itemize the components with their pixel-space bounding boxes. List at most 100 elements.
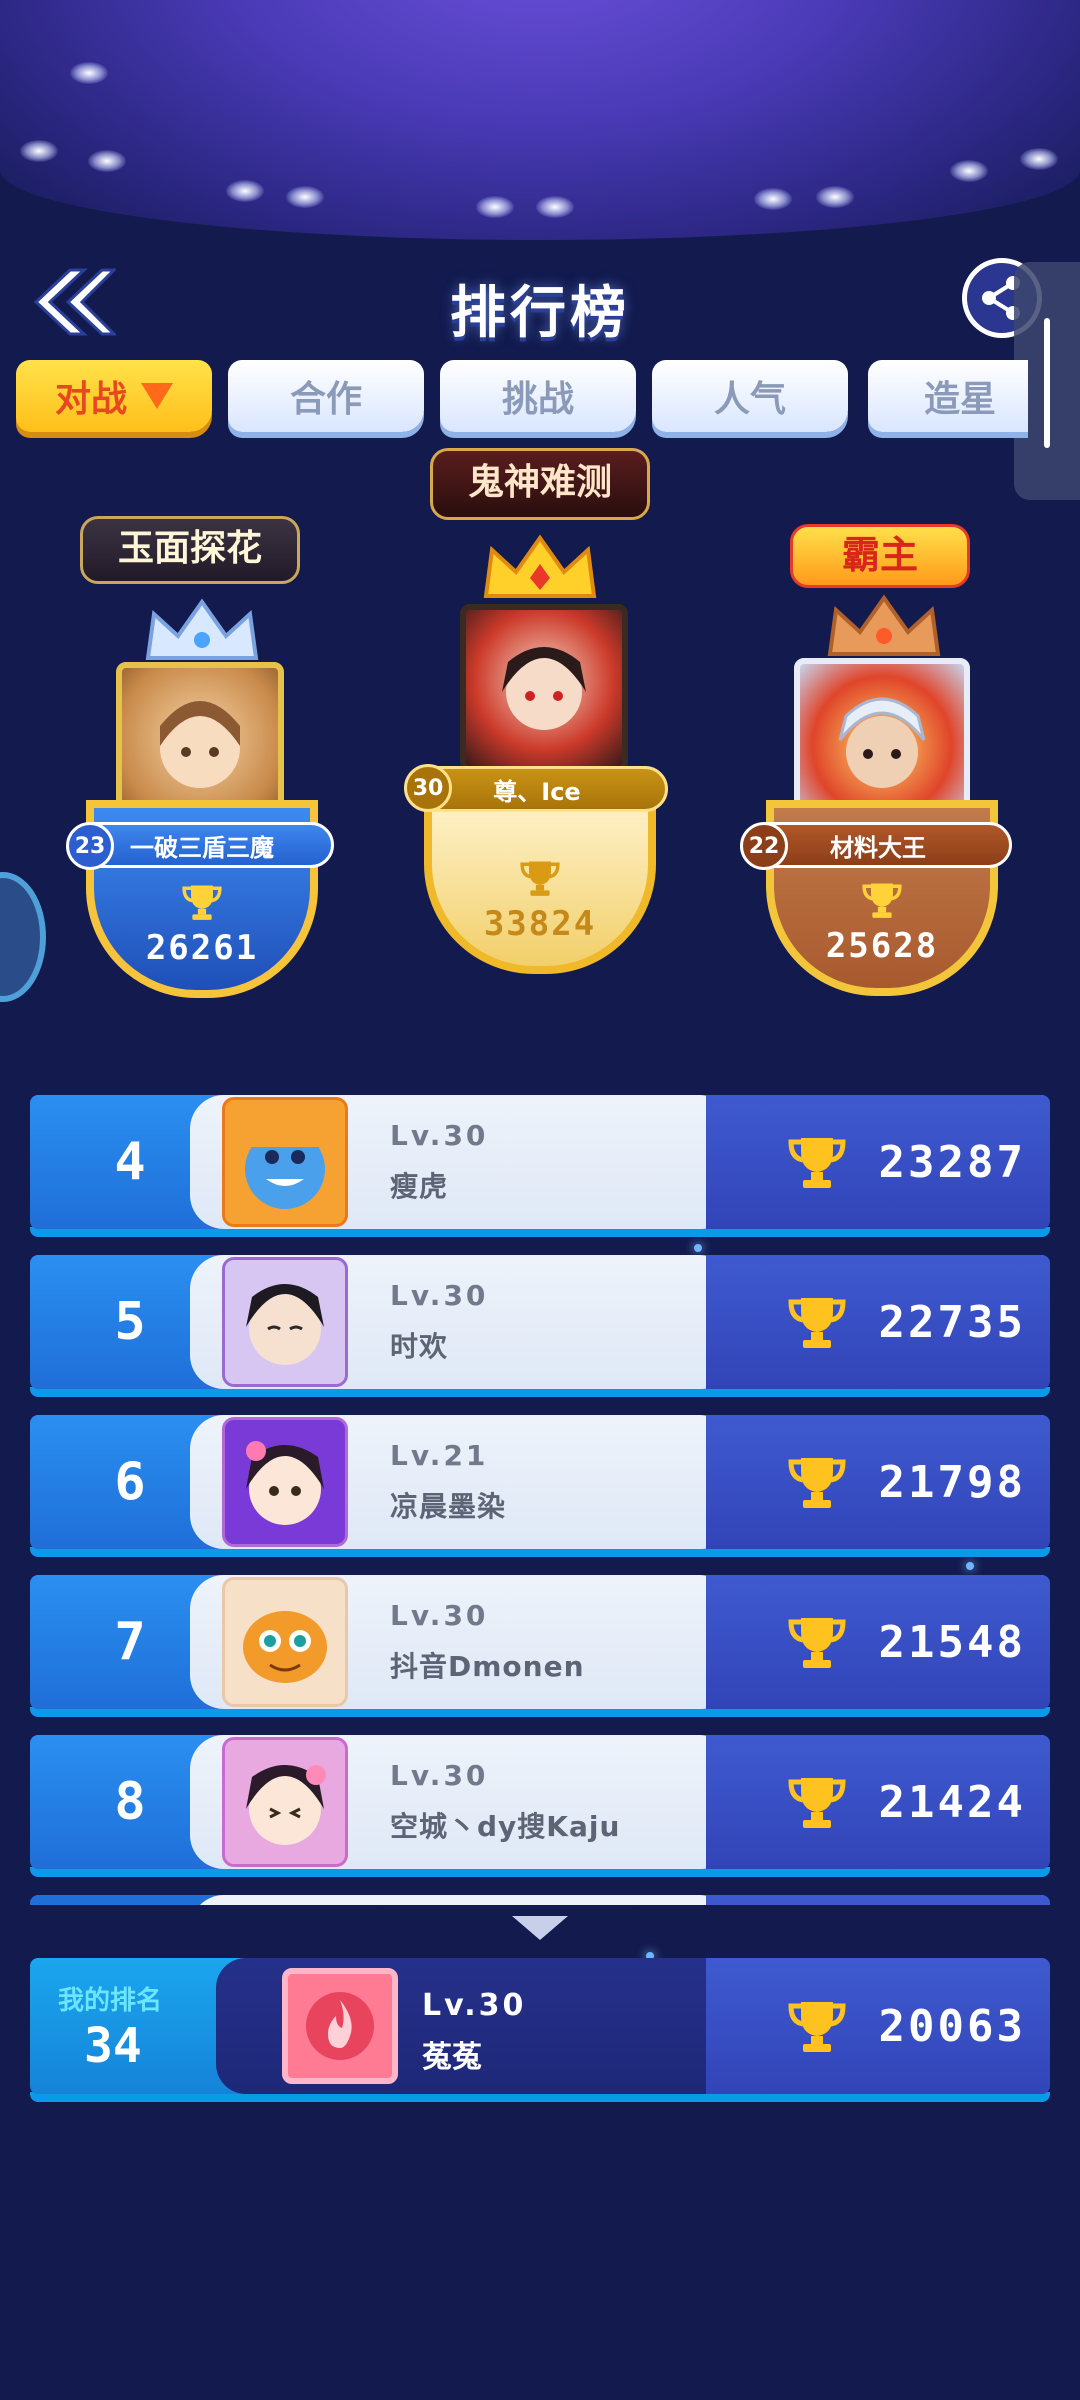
trophy-icon [182, 885, 222, 920]
player-avatar [222, 1257, 348, 1387]
score-block: 23287 [706, 1095, 1050, 1229]
score-value: 26261 [145, 928, 259, 968]
player-level: Lv.30 [390, 1279, 489, 1312]
player-avatar [222, 1577, 348, 1707]
player-name: 抖音Dmonen [390, 1650, 585, 1683]
stage-light [816, 186, 854, 208]
my-rank-number: 34 [84, 2018, 142, 2074]
flame-icon [306, 1992, 374, 2060]
tab-battle[interactable]: 对战 [16, 360, 212, 432]
stage-light [226, 180, 264, 202]
tab-cooperation[interactable]: 合作 [228, 360, 424, 432]
score-value: 25628 [825, 926, 939, 966]
stage-light [754, 188, 792, 210]
category-tabs: 对战 合作 挑战 人气 造星 [16, 360, 1028, 434]
silver-crown-icon [145, 598, 259, 660]
score-value: 21424 [878, 1776, 1026, 1828]
player-name: 凉晨墨染 [390, 1490, 507, 1523]
player-level: Lv.21 [390, 1439, 489, 1472]
tab-label: 挑战 [501, 379, 574, 420]
trophy-icon [520, 861, 560, 896]
title-badge: 玉面探花 [80, 516, 300, 584]
tab-label: 对战 [54, 379, 127, 420]
ranking-row[interactable]: 5 Lv.30 时欢 22735 [30, 1255, 1050, 1397]
level-badge: 22 [740, 822, 788, 870]
level-badge: 30 [404, 764, 452, 812]
scroll-down-arrow-icon[interactable] [512, 1916, 568, 1940]
stage-light [1020, 148, 1058, 170]
tab-star-making[interactable]: 造星 [868, 360, 1028, 432]
trophy-icon [788, 2002, 846, 2052]
stage-light [950, 160, 988, 182]
ranking-row[interactable]: 4 Lv.30 瘦虎 23287 [30, 1095, 1050, 1237]
score-shield: 33824 [424, 784, 656, 974]
ranking-row[interactable]: 6 Lv.21 凉晨墨染 21798 [30, 1415, 1050, 1557]
stage-light [536, 196, 574, 218]
tab-popularity[interactable]: 人气 [652, 360, 848, 432]
ranking-row-partial[interactable] [30, 1895, 1050, 1905]
player-avatar [282, 1968, 398, 2084]
player-avatar [222, 1417, 348, 1547]
score-value: 21798 [878, 1456, 1026, 1508]
bronze-crown-icon [827, 594, 941, 656]
caret-down-icon [141, 383, 173, 409]
score-value: 20063 [878, 2000, 1026, 2052]
trophy-icon [788, 1458, 846, 1508]
trophy-icon [862, 883, 902, 918]
player-info: Lv.30 瘦虎 [190, 1095, 740, 1229]
stage-light [70, 62, 108, 84]
score-block: 21548 [706, 1575, 1050, 1709]
player-level: Lv.30 [422, 1988, 527, 2023]
stage-light [88, 150, 126, 172]
player-level: Lv.30 [390, 1119, 489, 1152]
podium-second[interactable]: 玉面探花 26261 一破三盾三魔 23 [60, 500, 334, 1000]
trophy-icon [788, 1298, 846, 1348]
score-block: 21424 [706, 1735, 1050, 1869]
player-avatar [460, 604, 628, 772]
trophy-icon [788, 1138, 846, 1188]
player-name: 瘦虎 [390, 1170, 449, 1203]
tab-label: 人气 [713, 379, 786, 420]
ranking-list[interactable]: 4 Lv.30 瘦虎 23287 5 Lv.30 时欢 22735 6 Lv.2… [30, 1095, 1050, 1905]
trophy-icon [788, 1778, 846, 1828]
stage-light [286, 186, 324, 208]
title-badge: 鬼神难测 [430, 448, 650, 520]
player-info: Lv.30 时欢 [190, 1255, 740, 1389]
my-rank-row[interactable]: 我的排名 34 Lv.30 菟菟 20063 [30, 1958, 1050, 2102]
gold-crown-icon [483, 534, 597, 598]
player-avatar [222, 1737, 348, 1867]
stage-light [476, 196, 514, 218]
tab-challenge[interactable]: 挑战 [440, 360, 636, 432]
my-rank-label: 我的排名 [58, 1986, 163, 2016]
my-player-info: Lv.30 菟菟 [216, 1958, 746, 2094]
score-value: 21548 [878, 1616, 1026, 1668]
tab-label: 造星 [924, 379, 997, 420]
player-level: Lv.30 [390, 1599, 489, 1632]
player-name: 时欢 [390, 1330, 449, 1363]
player-name: 空城丶dy搜Kaju [390, 1810, 621, 1843]
score-block: 21798 [706, 1415, 1050, 1549]
score-value: 22735 [878, 1296, 1026, 1348]
podium-first[interactable]: 鬼神难测 33824 尊、Ice 30 [390, 440, 690, 974]
player-info: Lv.30 空城丶dy搜Kaju [190, 1735, 740, 1869]
floating-side-button[interactable] [0, 872, 46, 1002]
player-info: Lv.21 凉晨墨染 [190, 1415, 740, 1549]
page-title: 排行榜 [450, 281, 630, 346]
player-avatar [222, 1097, 348, 1227]
score-block: 22735 [706, 1255, 1050, 1389]
level-badge: 23 [66, 822, 114, 870]
score-value: 23287 [878, 1136, 1026, 1188]
ranking-row[interactable]: 8 Lv.30 空城丶dy搜Kaju 21424 [30, 1735, 1050, 1877]
player-info: Lv.30 抖音Dmonen [190, 1575, 740, 1709]
trophy-icon [788, 1618, 846, 1668]
stage-light [20, 140, 58, 162]
podium-third[interactable]: 霸主 25628 材料大王 22 [740, 510, 1024, 1010]
stage-header-background [0, 0, 1080, 240]
player-level: Lv.30 [390, 1759, 489, 1792]
title-badge: 霸主 [790, 524, 970, 588]
score-block: 20063 [706, 1958, 1050, 2094]
score-value: 33824 [483, 904, 597, 944]
player-name: 菟菟 [422, 2040, 482, 2075]
ranking-row[interactable]: 7 Lv.30 抖音Dmonen 21548 [30, 1575, 1050, 1717]
tab-label: 合作 [289, 379, 362, 420]
